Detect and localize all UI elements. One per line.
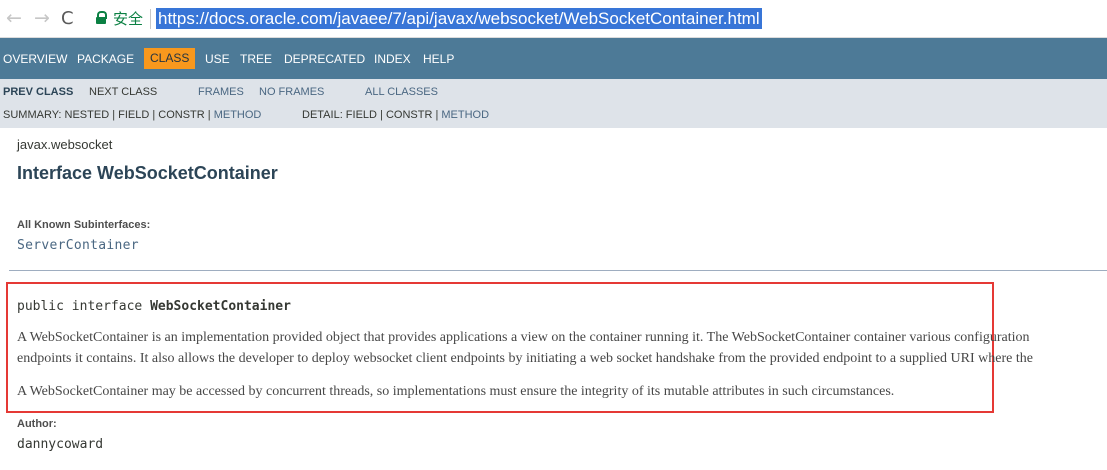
declaration-name: WebSocketContainer [150, 299, 291, 314]
nav-use[interactable]: USE [205, 52, 230, 66]
reload-icon[interactable]: C [61, 9, 74, 29]
interface-declaration: public interface WebSocketContainer [17, 299, 291, 314]
secure-label[interactable]: 安全 [113, 10, 143, 28]
all-classes-link[interactable]: ALL CLASSES [365, 86, 438, 99]
top-navigation-bar: OVERVIEW PACKAGE CLASS USE TREE DEPRECAT… [0, 38, 1107, 79]
nav-overview[interactable]: OVERVIEW [3, 52, 67, 66]
nav-class-active[interactable]: CLASS [144, 48, 196, 69]
next-class-text: NEXT CLASS [89, 86, 158, 98]
divider [9, 270, 1107, 271]
declaration-prefix: public interface [17, 299, 151, 314]
forward-arrow-icon[interactable]: → [34, 8, 50, 28]
detail-nav: DETAIL: FIELD | CONSTR | METHOD [302, 109, 489, 122]
lock-icon[interactable] [96, 11, 107, 24]
nav-package[interactable]: PACKAGE [77, 52, 134, 66]
nav-tree[interactable]: TREE [240, 52, 272, 66]
url-field[interactable]: https://docs.oracle.com/javaee/7/api/jav… [156, 8, 762, 29]
nav-help[interactable]: HELP [423, 52, 454, 66]
subinterface-link-servercontainer[interactable]: ServerContainer [17, 238, 139, 253]
address-separator [150, 9, 151, 29]
nav-index[interactable]: INDEX [374, 52, 411, 66]
no-frames-link[interactable]: NO FRAMES [259, 86, 324, 99]
author-name: dannycoward [17, 437, 104, 452]
description-line-1: A WebSocketContainer is an implementatio… [17, 330, 1030, 345]
sub-navigation: PREV CLASS NEXT CLASS FRAMES NO FRAMES A… [0, 79, 1107, 128]
author-label: Author: [17, 418, 57, 430]
summary-nav: SUMMARY: NESTED | FIELD | CONSTR | METHO… [3, 109, 261, 122]
subinterfaces-label: All Known Subinterfaces: [17, 219, 151, 231]
frames-link[interactable]: FRAMES [198, 86, 244, 99]
summary-prefix: SUMMARY: NESTED | FIELD | CONSTR | [3, 109, 214, 121]
package-name: javax.websocket [17, 137, 113, 152]
prev-class-link[interactable]: PREV CLASS [3, 86, 73, 99]
browser-address-bar: ← → C 安全 https://docs.oracle.com/javaee/… [0, 0, 1107, 38]
back-arrow-icon[interactable]: ← [6, 8, 22, 28]
detail-method-link[interactable]: METHOD [441, 109, 489, 121]
summary-method-link[interactable]: METHOD [214, 109, 262, 121]
nav-deprecated[interactable]: DEPRECATED [284, 52, 365, 66]
description-line-3: A WebSocketContainer may be accessed by … [17, 384, 895, 399]
description-line-2: endpoints it contains. It also allows th… [17, 351, 1033, 366]
page-title: Interface WebSocketContainer [17, 163, 278, 183]
detail-prefix: DETAIL: FIELD | CONSTR | [302, 109, 442, 121]
